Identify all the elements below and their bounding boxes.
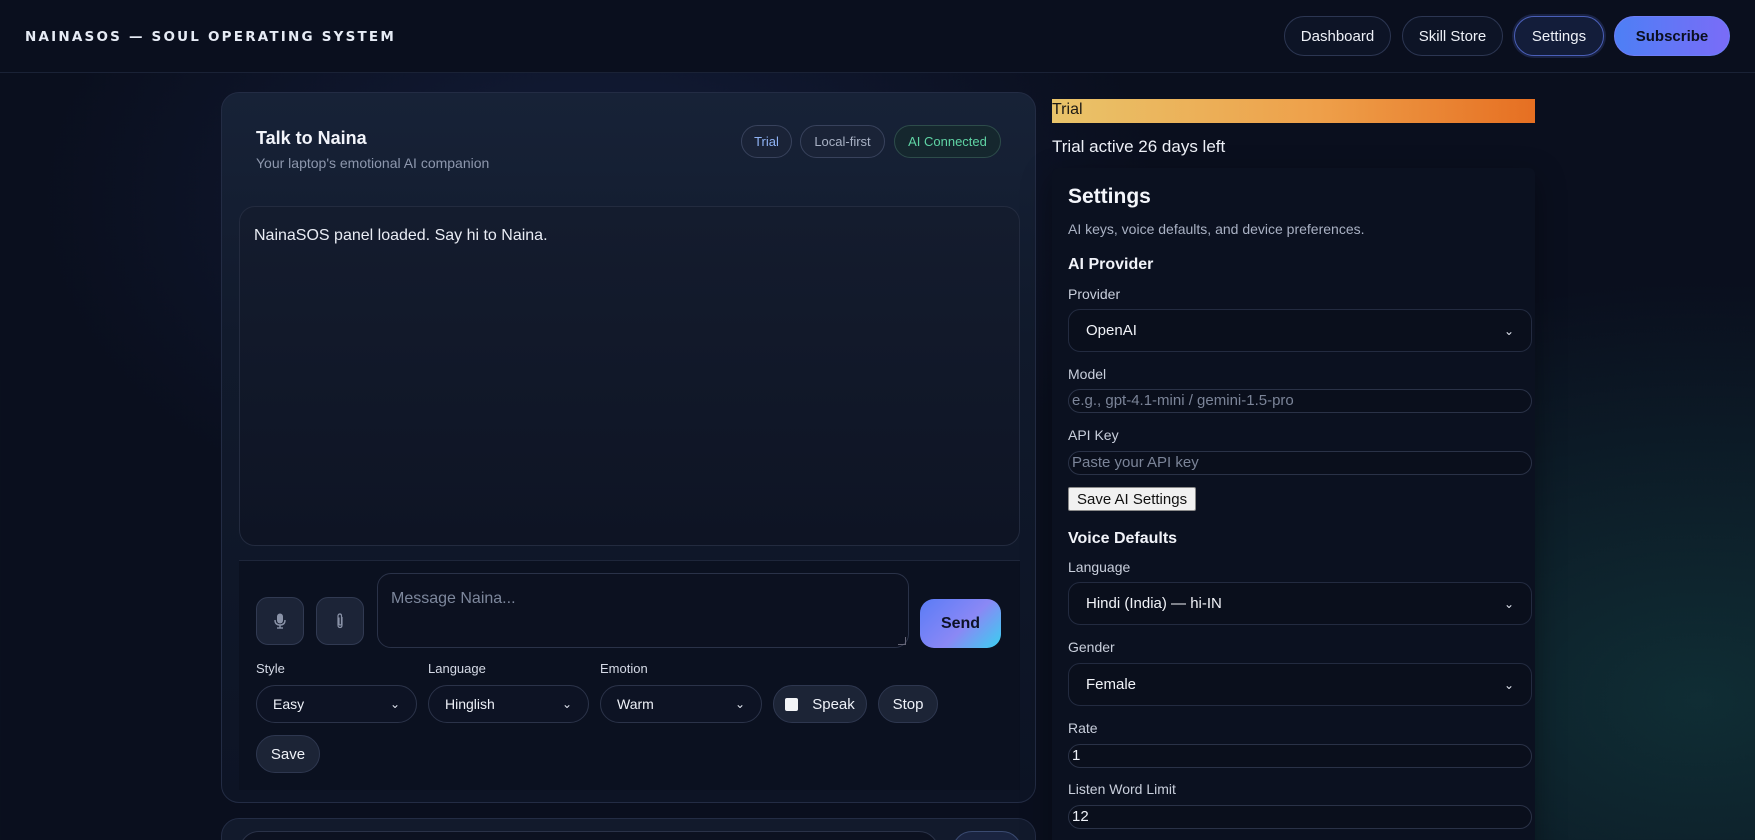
stop-button[interactable]: Stop — [878, 685, 938, 723]
secondary-card — [221, 818, 1036, 840]
secondary-button[interactable] — [952, 831, 1022, 840]
provider-value: OpenAI — [1086, 322, 1137, 339]
resize-handle-icon[interactable] — [898, 637, 906, 645]
nav-dashboard-button[interactable]: Dashboard — [1284, 16, 1391, 56]
system-message: NainaSOS panel loaded. Say hi to Naina. — [254, 227, 548, 244]
top-bar: NAINASOS — SOUL OPERATING SYSTEM Dashboa… — [0, 0, 1755, 73]
paperclip-icon — [337, 613, 343, 629]
provider-label: Provider — [1068, 286, 1121, 302]
voice-defaults-heading: Voice Defaults — [1068, 530, 1178, 547]
chat-card: Talk to Naina Your laptop's emotional AI… — [221, 92, 1036, 803]
language-label: Language — [428, 661, 486, 676]
chat-title: Talk to Naina — [256, 128, 367, 148]
trial-badge: Trial — [741, 125, 792, 158]
model-input[interactable]: e.g., gpt-4.1-mini / gemini-1.5-pro — [1068, 389, 1532, 413]
emotion-label: Emotion — [600, 661, 648, 676]
microphone-icon — [274, 613, 286, 629]
settings-panel: Settings AI keys, voice defaults, and de… — [1052, 168, 1535, 840]
voice-language-label: Language — [1068, 559, 1131, 575]
chat-subtitle: Your laptop's emotional AI companion — [256, 155, 490, 171]
gender-label: Gender — [1068, 639, 1115, 655]
chat-composer: Message Naina... Send Style Language Emo… — [239, 560, 1020, 790]
speak-checkbox[interactable] — [785, 697, 799, 711]
provider-select[interactable]: OpenAI ⌄ — [1068, 309, 1532, 352]
model-label: Model — [1068, 366, 1107, 382]
rate-label: Rate — [1068, 720, 1098, 736]
chevron-down-icon: ⌄ — [1503, 677, 1514, 692]
api-key-input[interactable]: Paste your API key — [1068, 451, 1532, 475]
save-button[interactable]: Save — [256, 735, 320, 773]
ai-connected-badge: AI Connected — [894, 125, 1001, 158]
attach-button[interactable] — [316, 597, 364, 645]
language-select[interactable]: Hinglish ⌄ — [428, 685, 589, 723]
emotion-select[interactable]: Warm ⌄ — [600, 685, 762, 723]
api-key-label: API Key — [1068, 427, 1119, 443]
settings-title: Settings — [1068, 185, 1151, 208]
chat-transcript[interactable]: NainaSOS panel loaded. Say hi to Naina. — [239, 206, 1020, 546]
chevron-down-icon: ⌄ — [1503, 323, 1514, 338]
secondary-input[interactable] — [239, 831, 939, 840]
chevron-down-icon: ⌄ — [389, 697, 400, 711]
settings-subtitle: AI keys, voice defaults, and device pref… — [1068, 221, 1365, 237]
rate-input[interactable]: 1 — [1068, 744, 1532, 768]
voice-language-value: Hindi (India) — hi-IN — [1086, 595, 1222, 612]
listen-word-limit-label: Listen Word Limit — [1068, 781, 1176, 797]
send-button[interactable]: Send — [920, 599, 1001, 648]
speak-toggle[interactable]: Speak — [773, 685, 867, 723]
style-value: Easy — [273, 696, 305, 712]
ai-provider-heading: AI Provider — [1068, 256, 1154, 273]
chevron-down-icon: ⌄ — [734, 697, 745, 711]
voice-language-select[interactable]: Hindi (India) — hi-IN ⌄ — [1068, 582, 1532, 625]
chevron-down-icon: ⌄ — [1503, 596, 1514, 611]
brand-title: NAINASOS — SOUL OPERATING SYSTEM — [25, 29, 396, 45]
chevron-down-icon: ⌄ — [561, 697, 572, 711]
message-input[interactable]: Message Naina... — [377, 573, 909, 648]
save-ai-settings-button[interactable]: Save AI Settings — [1068, 487, 1197, 511]
mic-button[interactable] — [256, 597, 304, 645]
trial-progress-bar: Trial — [1052, 99, 1535, 123]
emotion-value: Warm — [617, 696, 654, 712]
speak-label: Speak — [812, 695, 855, 713]
language-value: Hinglish — [445, 696, 495, 712]
trial-status: Trial active 26 days left — [1052, 137, 1226, 156]
nav-settings-button[interactable]: Settings — [1514, 16, 1604, 56]
nav-skill-store-button[interactable]: Skill Store — [1402, 16, 1503, 56]
local-first-badge: Local-first — [800, 125, 885, 158]
style-label: Style — [256, 661, 285, 676]
style-select[interactable]: Easy ⌄ — [256, 685, 417, 723]
listen-word-limit-input[interactable]: 12 — [1068, 805, 1532, 829]
gender-value: Female — [1086, 676, 1137, 693]
subscribe-button[interactable]: Subscribe — [1614, 16, 1730, 56]
gender-select[interactable]: Female ⌄ — [1068, 663, 1532, 706]
